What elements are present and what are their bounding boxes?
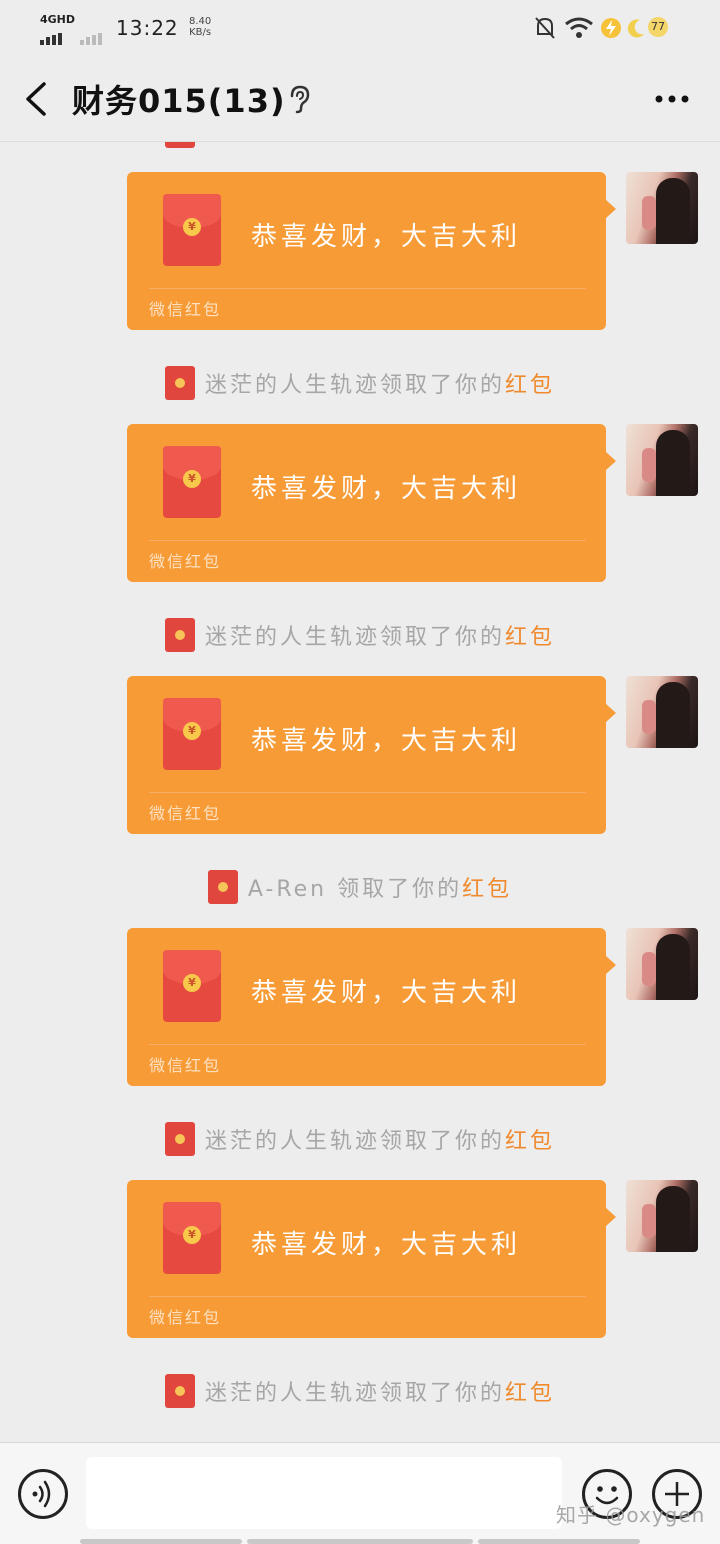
more-icon[interactable] (654, 94, 690, 104)
red-packet-greeting: 恭喜发财，大吉大利 (251, 726, 522, 756)
red-packet-message: ¥ 恭喜发财，大吉大利 微信红包 (0, 676, 720, 834)
clock: 13:22 (116, 16, 179, 40)
red-packet-message: ¥ 恭喜发财，大吉大利 微信红包 (0, 172, 720, 330)
red-packet-icon: ¥ (163, 698, 221, 770)
mini-red-packet-icon (164, 1122, 195, 1156)
signal-icon-2 (80, 26, 104, 45)
avatar[interactable] (626, 172, 698, 244)
red-packet-bubble[interactable]: ¥ 恭喜发财，大吉大利 微信红包 (127, 676, 616, 834)
avatar[interactable] (626, 676, 698, 748)
red-packet-bubble[interactable]: ¥ 恭喜发财，大吉大利 微信红包 (127, 172, 616, 330)
signal-icon (40, 26, 64, 45)
red-packet-label: 微信红包 (149, 804, 222, 823)
system-notice: 迷茫的人生轨迹领取了你的红包 (0, 618, 720, 654)
back-icon[interactable] (22, 80, 52, 118)
red-packet-label: 微信红包 (149, 1308, 222, 1327)
red-packet-greeting: 恭喜发财，大吉大利 (251, 978, 522, 1008)
message-input[interactable] (86, 1457, 562, 1529)
red-packet-bubble[interactable]: ¥ 恭喜发财，大吉大利 微信红包 (127, 928, 616, 1086)
notice-link-red-packet[interactable]: 红包 (505, 373, 555, 398)
red-packet-label: 微信红包 (149, 1056, 222, 1075)
network-speed: 8.40 KB/s (189, 16, 212, 38)
red-packet-icon: ¥ (163, 950, 221, 1022)
voice-icon[interactable] (18, 1469, 68, 1519)
watermark: 知乎 @oxygen (556, 1503, 706, 1527)
notice-text: 迷茫的人生轨迹领取了你的 (205, 142, 505, 146)
mini-red-packet-icon (164, 1374, 195, 1408)
notice-link-red-packet[interactable]: 红包 (505, 1129, 555, 1154)
red-packet-message: ¥ 恭喜发财，大吉大利 微信红包 (0, 1180, 720, 1338)
mute-icon (535, 17, 555, 39)
avatar[interactable] (626, 1180, 698, 1252)
red-packet-icon: ¥ (163, 446, 221, 518)
notice-text: 迷茫的人生轨迹领取了你的 (204, 1381, 505, 1406)
red-packet-icon: ¥ (163, 1202, 221, 1274)
system-notice: 迷茫的人生轨迹领取了你的红包 (0, 142, 720, 150)
red-packet-icon: ¥ (163, 194, 221, 266)
nav-hint-bar (247, 1539, 473, 1544)
notice-text: 迷茫的人生轨迹领取了你的 (204, 625, 505, 650)
mini-red-packet-icon (164, 142, 195, 148)
bubble-divider (149, 540, 586, 541)
red-packet-label: 微信红包 (149, 300, 222, 319)
bubble-divider (149, 288, 586, 289)
notice-link-red-packet[interactable]: 红包 (505, 142, 555, 146)
notice-text: 迷茫的人生轨迹领取了你的 (204, 373, 505, 398)
red-packet-greeting: 恭喜发财，大吉大利 (251, 1230, 522, 1260)
battery-level: 77 (648, 17, 668, 37)
chat-scroll-content: ¥ 恭喜发财，大吉大利 微信红包 迷茫的人生轨迹领取了你的红包 ¥ 恭喜发财，大… (0, 142, 720, 1432)
input-bar: 知乎 @oxygen (0, 1442, 720, 1544)
bubble-divider (149, 1296, 586, 1297)
red-packet-message: ¥ 恭喜发财，大吉大利 微信红包 (0, 928, 720, 1086)
red-packet-bubble[interactable]: ¥ 恭喜发财，大吉大利 微信红包 (127, 1180, 616, 1338)
notice-text: A-Ren 领取了你的 (247, 877, 463, 902)
system-notice: 迷茫的人生轨迹领取了你的红包 (0, 1374, 720, 1410)
system-notice: 迷茫的人生轨迹领取了你的红包 (0, 366, 720, 402)
ear-icon (290, 85, 310, 114)
nav-hint-bar (478, 1539, 640, 1544)
bubble-divider (149, 1044, 586, 1045)
red-packet-bubble[interactable]: ¥ 恭喜发财，大吉大利 微信红包 (127, 424, 616, 582)
avatar[interactable] (626, 424, 698, 496)
bubble-divider (149, 792, 586, 793)
chat-header: 财务015(13) (0, 56, 720, 142)
mini-red-packet-icon (164, 618, 195, 652)
system-notice: 迷茫的人生轨迹领取了你的红包 (0, 1122, 720, 1158)
chat-title: 财务015(13) (72, 82, 286, 120)
notice-link-red-packet[interactable]: 红包 (505, 625, 555, 650)
notice-link-red-packet[interactable]: 红包 (505, 1381, 555, 1406)
notice-text: 迷茫的人生轨迹领取了你的 (204, 1129, 505, 1154)
notice-link-red-packet[interactable]: 红包 (462, 877, 512, 902)
mini-red-packet-icon (207, 870, 238, 904)
red-packet-message: ¥ 恭喜发财，大吉大利 微信红包 (0, 424, 720, 582)
wifi-icon (565, 17, 593, 38)
red-packet-greeting: 恭喜发财，大吉大利 (251, 474, 522, 504)
status-bar: 4GHD 13:22 8.40 KB/s 77 (0, 0, 720, 56)
moon-icon (627, 19, 644, 38)
red-packet-greeting: 恭喜发财，大吉大利 (251, 222, 522, 252)
nav-hint-bar (80, 1539, 242, 1544)
system-notice: A-Ren 领取了你的红包 (0, 870, 720, 906)
mini-red-packet-icon (164, 366, 195, 400)
charging-icon (601, 18, 621, 38)
avatar[interactable] (626, 928, 698, 1000)
red-packet-label: 微信红包 (149, 552, 222, 571)
network-type: 4GHD (40, 13, 76, 26)
chat-message-list[interactable]: ¥ 恭喜发财，大吉大利 微信红包 迷茫的人生轨迹领取了你的红包 ¥ 恭喜发财，大… (0, 142, 720, 1442)
